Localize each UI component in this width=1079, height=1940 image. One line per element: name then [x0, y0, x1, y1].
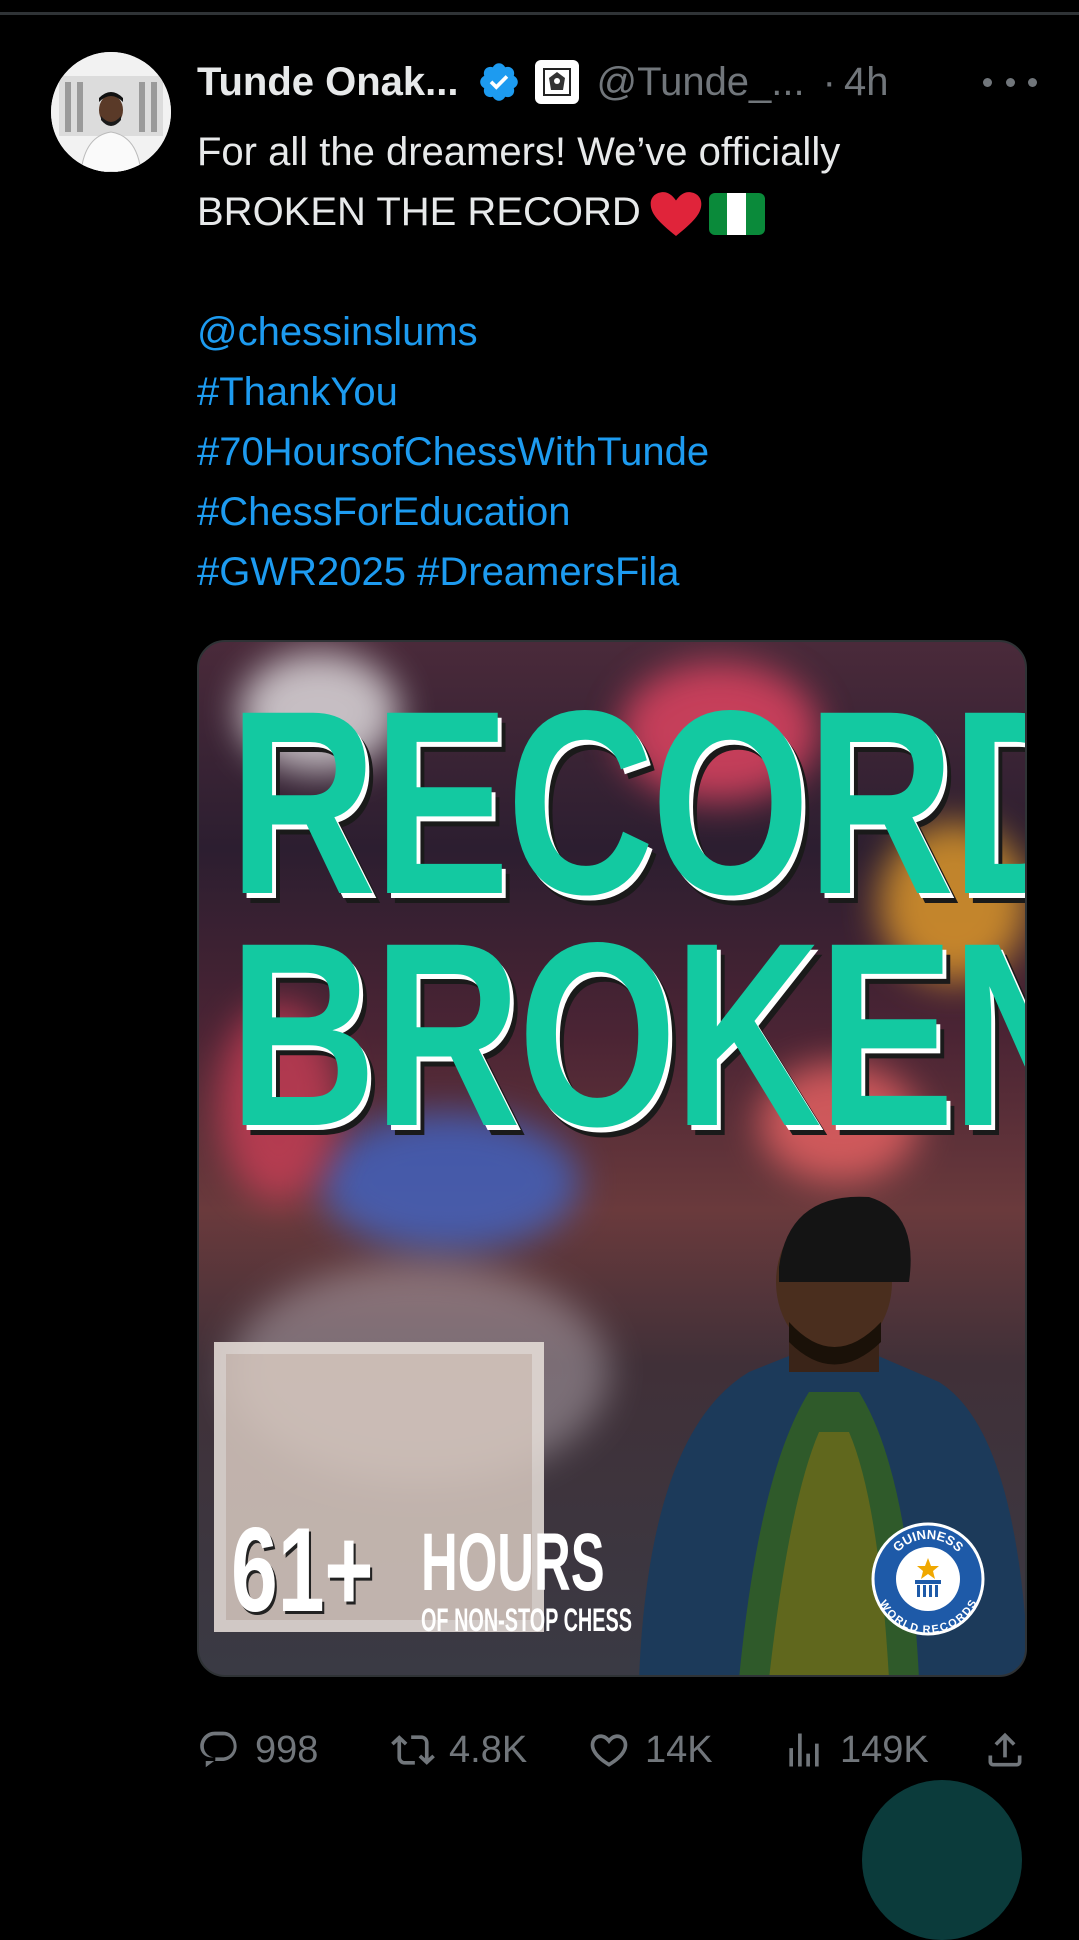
- text-line-2-text: BROKEN THE RECORD: [197, 190, 641, 234]
- like-button[interactable]: 14K: [587, 1720, 713, 1780]
- tweet-text: For all the dreamers! We’ve officially B…: [197, 122, 1037, 602]
- like-icon: [590, 1734, 628, 1767]
- nigeria-flag-emoji: [708, 193, 765, 236]
- reply-button[interactable]: 998: [197, 1720, 318, 1780]
- hashtag-70hours[interactable]: #70HoursofChessWithTunde: [197, 422, 1037, 482]
- share-icon[interactable]: [983, 1728, 1027, 1772]
- more-icon[interactable]: [983, 60, 1037, 104]
- verified-badge-icon: [479, 63, 518, 101]
- action-bar: 998 4.8K 14K 149K: [197, 1720, 1027, 1780]
- like-count: 14K: [645, 1728, 713, 1771]
- hours-subtitle: OF NON-STOP CHESS: [421, 1602, 632, 1638]
- headline-broken: BROKEN: [229, 888, 1027, 1181]
- handle[interactable]: @Tunde_...: [597, 60, 805, 105]
- repost-button[interactable]: 4.8K: [391, 1720, 527, 1780]
- guinness-logo: GUINNESS WORLD RECORDS: [871, 1522, 985, 1636]
- text-line-1: For all the dreamers! We’ve officially: [197, 130, 841, 174]
- hours-word: HOURS: [421, 1517, 605, 1608]
- repost-count: 4.8K: [449, 1728, 528, 1771]
- repost-icon: [391, 1735, 435, 1765]
- hashtag-thankyou[interactable]: #ThankYou: [197, 362, 1037, 422]
- avatar[interactable]: [51, 52, 171, 172]
- media-image[interactable]: RECORD BROKEN 61+ HOURS OF NON-STOP CHES…: [197, 640, 1027, 1677]
- tweet[interactable]: Tunde Onak... @Tunde_... · 4h For all th…: [0, 0, 1079, 1940]
- org-badge-icon: [534, 60, 579, 104]
- reply-count: 998: [255, 1728, 319, 1771]
- hashtag-chessforeducation[interactable]: #ChessForEducation: [197, 482, 1037, 542]
- floating-action-button[interactable]: [862, 1780, 1022, 1940]
- text-line-hashtags: #GWR2025 #DreamersFila: [197, 542, 1037, 602]
- text-line-2: BROKEN THE RECORD: [197, 182, 1037, 242]
- separator: ·: [822, 59, 836, 104]
- reply-icon: [200, 1731, 237, 1768]
- hashtag-dreamersfila[interactable]: #DreamersFila: [417, 550, 679, 594]
- hours-number: 61+: [231, 1503, 374, 1637]
- mention-link[interactable]: @chessinslums: [197, 302, 1037, 362]
- views-icon: [789, 1733, 819, 1767]
- tweet-header: Tunde Onak... @Tunde_... · 4h: [197, 52, 1037, 112]
- hashtag-gwr2025[interactable]: #GWR2025: [197, 550, 406, 594]
- avatar-image: [51, 52, 171, 172]
- heart-emoji: [650, 192, 702, 237]
- views-button[interactable]: 149K: [782, 1720, 929, 1780]
- display-name[interactable]: Tunde Onak...: [197, 60, 459, 105]
- views-count: 149K: [840, 1728, 929, 1771]
- timestamp[interactable]: 4h: [844, 60, 889, 105]
